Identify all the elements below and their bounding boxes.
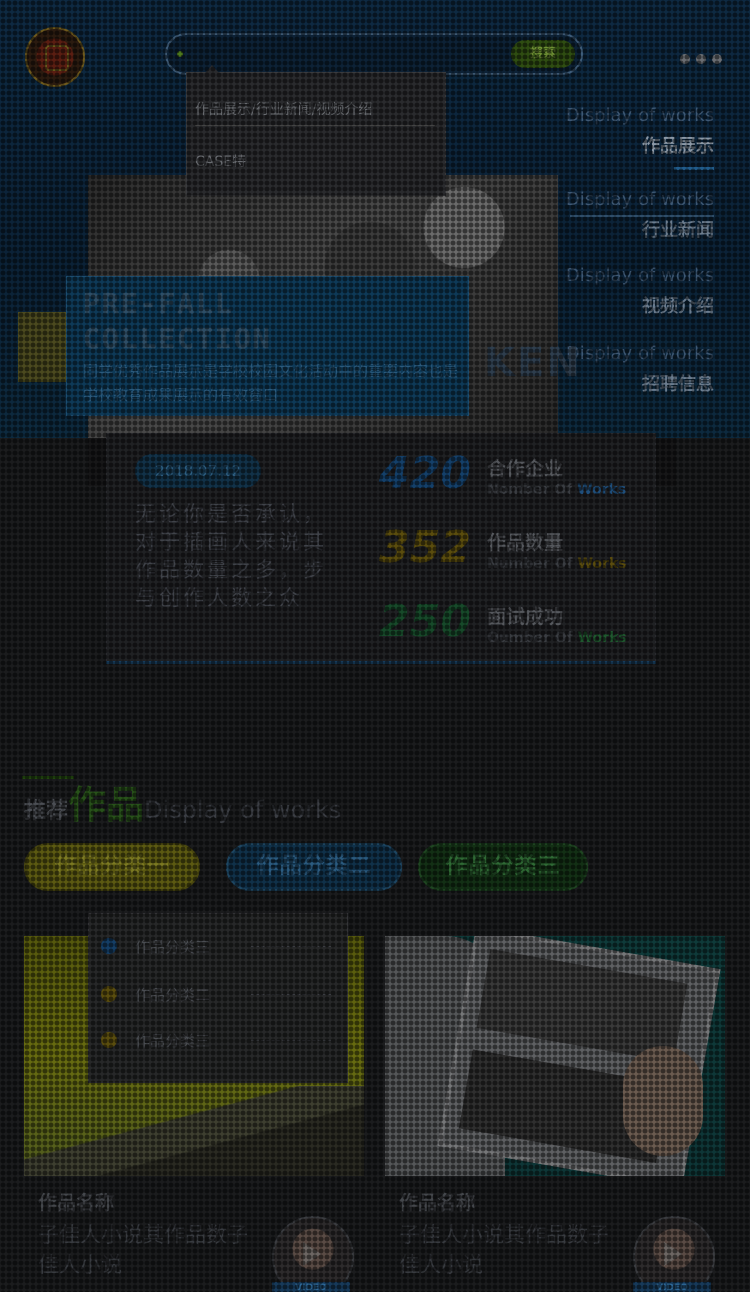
stats-description: 无论你是否承认，对于插画人来说其作品数量之多，步与创作人数之众 — [135, 502, 327, 610]
stat-sublabel-prefix: Oumber Of — [487, 630, 573, 646]
work-card-info[interactable]: 作品名称 子佳人小说其作品数子佳人小说 VIDEO — [385, 1186, 725, 1292]
stat-number: 420 — [379, 448, 471, 499]
search-input[interactable]: 搜索 — [165, 33, 583, 75]
dropdown-item-label: 作品分类二 — [135, 986, 211, 1004]
divider — [251, 946, 331, 947]
work-description: 子佳人小说其作品数子佳人小说 — [399, 1223, 609, 1277]
stat-sublabel-highlight: Works — [577, 482, 627, 498]
stat-number: 250 — [379, 596, 471, 647]
dropdown-item[interactable]: 作品分类二 — [101, 980, 331, 1008]
section-title: 推荐作品Display of works — [24, 774, 341, 829]
work-description: 子佳人小说其作品数子佳人小说 — [38, 1223, 248, 1277]
stat-item: 250 面试成功 Oumber Of Works — [379, 596, 649, 656]
dot-icon — [101, 986, 117, 1002]
author-avatar[interactable] — [633, 1216, 715, 1292]
video-badge: VIDEO — [272, 1282, 350, 1292]
tab-category-3[interactable]: 作品分类三 — [418, 843, 588, 891]
search-suggestions: 作品展示/行业新闻/视频介绍 CASE特 — [186, 65, 446, 196]
play-icon — [303, 1242, 321, 1266]
stat-sublabel-highlight: Works — [577, 556, 627, 572]
tab-category-1[interactable]: 作品分类一 — [24, 843, 200, 891]
decor-block — [656, 438, 676, 486]
dot-icon — [101, 1032, 117, 1048]
search-button[interactable]: 搜索 — [511, 40, 575, 68]
nav-item-zh: 作品展示 — [642, 136, 714, 157]
stat-sublabel-prefix: Nomber Of — [487, 482, 573, 498]
section-title-en: Display of works — [144, 796, 342, 824]
dropdown-item[interactable]: 作品分类三 — [101, 932, 331, 960]
promo-box[interactable]: PRE-FALL COLLECTION 同学优秀作品展示是学校校园文化活动中的重… — [66, 276, 469, 416]
card-illustration — [24, 1086, 364, 1176]
stats-card: 2018.07.12 无论你是否承认，对于插画人来说其作品数量之多，步与创作人数… — [106, 433, 656, 663]
stat-sublabel-highlight: Works — [577, 630, 627, 646]
stat-sublabel-prefix: Number Of — [487, 556, 573, 572]
dropdown-item-label: 作品分类三 — [135, 1032, 211, 1050]
divider — [251, 994, 331, 995]
nav-item-en: Display of works — [565, 265, 714, 286]
nav-item-works[interactable]: Display of works 作品展示 — [534, 105, 714, 170]
dot-icon — [101, 938, 117, 954]
nav-active-indicator — [674, 167, 714, 170]
promo-subtitle: 同学优秀作品展示是学校校园文化活动中的重要内容也是学校教育成果展示的有效窗口 — [83, 362, 459, 404]
decor-block — [88, 438, 106, 486]
search-suggestion-item[interactable]: CASE特 — [195, 151, 246, 171]
play-icon — [664, 1242, 682, 1266]
stat-label: 合作企业 — [487, 458, 564, 480]
hero-text: KEN — [484, 340, 582, 386]
page: 搜索 作品展示/行业新闻/视频介绍 CASE特 Display of works… — [0, 0, 750, 1292]
search-icon — [177, 51, 183, 57]
nav-divider — [570, 215, 714, 217]
author-avatar[interactable] — [272, 1216, 354, 1292]
promo-title: PRE-FALL — [83, 287, 234, 320]
work-card-image[interactable] — [385, 936, 725, 1176]
search-suggestion-item[interactable]: 作品展示/行业新闻/视频介绍 — [195, 99, 435, 126]
date-badge: 2018.07.12 — [135, 454, 261, 488]
divider — [251, 1040, 331, 1041]
stat-sublabel: Nomber Of Works — [487, 482, 626, 498]
promo-title: COLLECTION — [83, 322, 272, 355]
stat-item: 420 合作企业 Nomber Of Works — [379, 448, 649, 508]
work-title: 作品名称 — [38, 1192, 115, 1214]
more-menu-icon[interactable] — [674, 49, 722, 68]
tab-category-2[interactable]: 作品分类二 — [226, 843, 402, 891]
stat-number: 352 — [379, 522, 471, 573]
stats-card-underline — [106, 661, 656, 664]
work-title: 作品名称 — [399, 1192, 476, 1214]
stat-sublabel: Oumber Of Works — [487, 630, 627, 646]
nav-item-en: Display of works — [565, 189, 714, 210]
category-dropdown: 作品分类三 作品分类二 作品分类三 — [88, 913, 348, 1083]
hand-image — [623, 1046, 703, 1156]
dropdown-item[interactable]: 作品分类三 — [101, 1026, 331, 1054]
nav-item-zh: 行业新闻 — [642, 220, 714, 241]
nav-item-en: Display of works — [565, 105, 714, 126]
nav-item-zh: 视频介绍 — [642, 296, 714, 317]
category-tabs: 作品分类一 作品分类二 作品分类三 — [24, 843, 724, 891]
nav-item-video[interactable]: Display of works 视频介绍 — [534, 265, 714, 318]
section-title-prefix: 推荐 — [24, 799, 69, 824]
video-badge: VIDEO — [633, 1282, 711, 1292]
section-title-main: 作品 — [68, 783, 145, 827]
stat-label: 作品数量 — [487, 532, 564, 554]
dropdown-item-label: 作品分类三 — [135, 938, 211, 956]
brand-logo[interactable] — [25, 27, 85, 87]
stat-label: 面试成功 — [487, 606, 564, 628]
stat-sublabel: Number Of Works — [487, 556, 627, 572]
stat-item: 352 作品数量 Number Of Works — [379, 522, 649, 582]
work-card-info[interactable]: 作品名称 子佳人小说其作品数子佳人小说 VIDEO — [24, 1186, 364, 1292]
